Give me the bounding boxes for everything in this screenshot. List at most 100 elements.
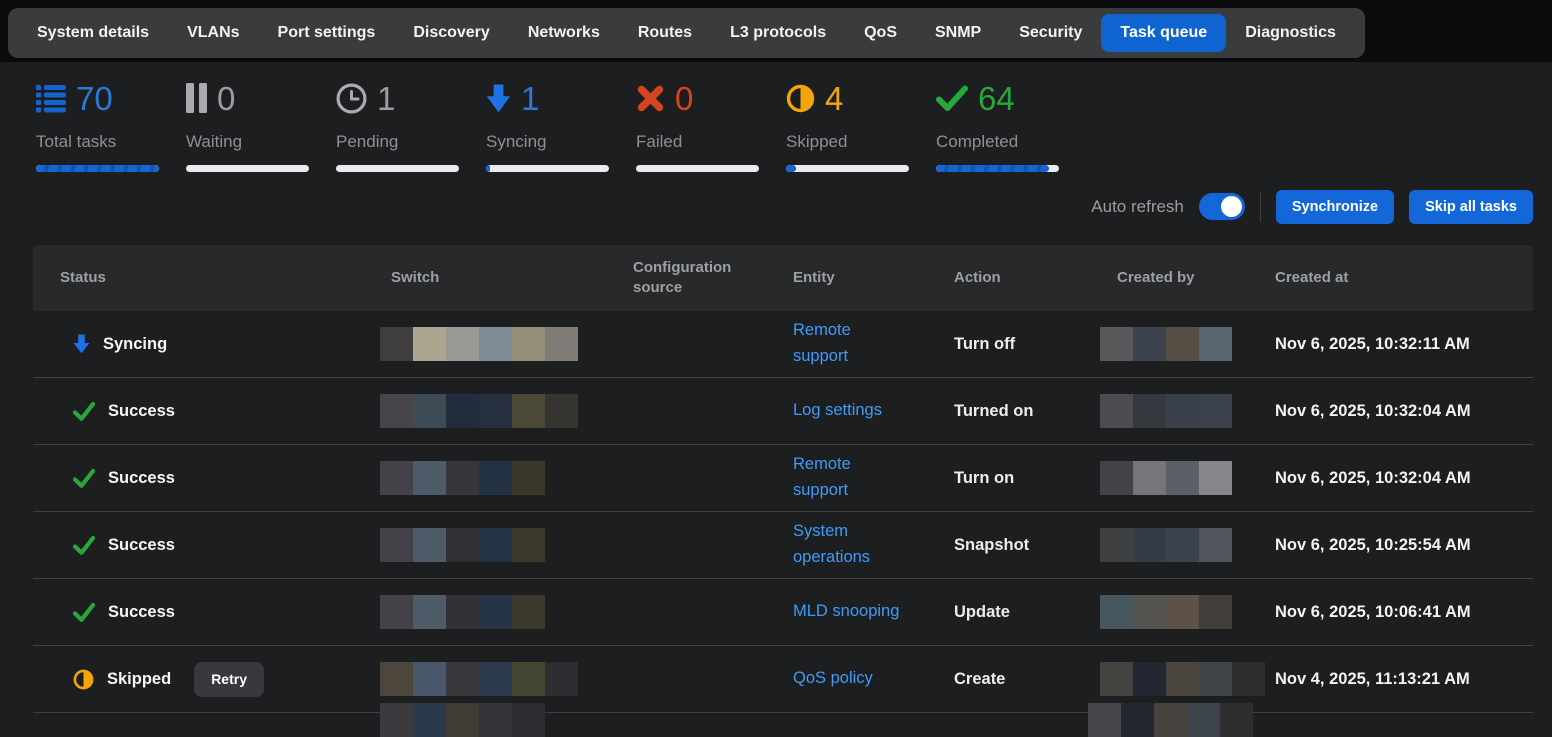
stat-pending: 1 Pending (336, 76, 486, 172)
stat-label: Waiting (186, 132, 336, 152)
redacted-pixel (479, 327, 512, 361)
created-at-cell: Nov 6, 2025, 10:32:11 AM (1275, 335, 1533, 354)
redacted-pixel (512, 327, 545, 361)
stat-failed: 0 Failed (636, 76, 786, 172)
stat-progress-bar (786, 165, 909, 172)
redacted-pixel (1133, 394, 1166, 428)
redacted-pixel (479, 394, 512, 428)
nav-tab-diagnostics[interactable]: Diagnostics (1226, 14, 1355, 52)
redacted-pixel (380, 327, 413, 361)
redacted-pixel (446, 327, 479, 361)
redacted-pixel (479, 461, 512, 495)
success-icon (73, 402, 95, 421)
status-label: Success (108, 536, 175, 555)
switch-redacted (380, 327, 633, 361)
entity-link[interactable]: Remote support (793, 318, 907, 369)
created-by-redacted (1100, 662, 1275, 696)
nav-tab-label: L3 protocols (730, 24, 826, 41)
stat-label: Syncing (486, 132, 636, 152)
redacted-pixel (380, 394, 413, 428)
table-header: StatusSwitchConfiguration sourceEntityAc… (33, 245, 1533, 311)
nav-tab-l3-protocols[interactable]: L3 protocols (711, 14, 845, 52)
top-band: System detailsVLANs Port settings Discover… (0, 0, 1552, 62)
pause-icon (186, 83, 207, 113)
redacted-pixel (1199, 528, 1232, 562)
entity-link[interactable]: Remote support (793, 452, 907, 503)
auto-refresh-toggle[interactable] (1199, 193, 1245, 220)
nav-tab-security[interactable]: Security (1000, 14, 1101, 52)
created-by-redacted (1100, 394, 1275, 428)
redacted-pixel (380, 595, 413, 629)
entity-link[interactable]: System operations (793, 519, 907, 570)
entity-link[interactable]: QoS policy (793, 666, 873, 692)
table-row: Success Log settings Turned on Nov 6, 20… (33, 378, 1533, 445)
success-icon (73, 603, 95, 622)
nav-tab-task-queue[interactable]: Task queue (1101, 14, 1226, 52)
redacted-pixel (1166, 528, 1199, 562)
stat-syncing: 1 Syncing (486, 76, 636, 172)
created-at-cell: Nov 6, 2025, 10:32:04 AM (1275, 402, 1533, 421)
switch-redacted (380, 595, 633, 629)
retry-button[interactable]: Retry (194, 662, 264, 697)
table-body: Syncing Remote support Turn off Nov 6, 2… (33, 311, 1533, 724)
redacted-pixel (446, 662, 479, 696)
redacted-pixel (1166, 327, 1199, 361)
nav-tab-label: Discovery (413, 24, 490, 41)
column-header-entity: Entity (793, 268, 954, 288)
skip-all-tasks-button[interactable]: Skip all tasks (1409, 190, 1533, 224)
nav-tab-system-details[interactable]: System details (18, 14, 168, 52)
redacted-pixel (1100, 394, 1133, 428)
stat-progress-bar (36, 165, 159, 172)
redacted-pixel (1121, 703, 1154, 737)
redacted-pixel (1199, 394, 1232, 428)
nav-tab-port-settings[interactable]: Port settings (259, 14, 395, 52)
nav-tab-snmp[interactable]: SNMP (916, 14, 1000, 52)
redacted-pixel (479, 703, 512, 737)
entity-link[interactable]: MLD snooping (793, 599, 899, 625)
switch-redacted (380, 662, 633, 696)
nav-tab-routes[interactable]: Routes (619, 14, 711, 52)
clock-icon (336, 83, 367, 114)
check-icon (936, 85, 968, 112)
redacted-pixel (512, 703, 545, 737)
stat-progress-bar (486, 165, 609, 172)
created-by-redacted (1100, 461, 1275, 495)
redacted-pixel (1100, 528, 1133, 562)
list-icon (36, 84, 66, 113)
entity-link[interactable]: Log settings (793, 398, 882, 424)
column-header-status: Status (33, 268, 391, 288)
status-cell: Success (33, 469, 391, 488)
stat-value: 4 (825, 82, 843, 115)
stat-label: Failed (636, 132, 786, 152)
created-by-redacted (1100, 327, 1275, 361)
stat-label: Skipped (786, 132, 936, 152)
nav-tab-discovery[interactable]: Discovery (394, 14, 509, 52)
redacted-pixel (512, 595, 545, 629)
table-row-partial (33, 713, 1533, 724)
stat-completed: 64 Completed (936, 76, 1086, 172)
redacted-pixel (1166, 394, 1199, 428)
toggle-knob-icon (1221, 196, 1242, 217)
redacted-pixel (413, 703, 446, 737)
status-cell: Syncing (33, 334, 391, 354)
nav-tab-label: Routes (638, 24, 692, 41)
stat-value: 1 (521, 82, 539, 115)
redacted-pixel (413, 327, 446, 361)
stat-label: Completed (936, 132, 1086, 152)
nav-tab-vlans[interactable]: VLANs (168, 14, 258, 52)
action-cell: Turn off (954, 335, 1117, 354)
nav-tab-label: Port settings (278, 24, 376, 41)
nav-tab-qos[interactable]: QoS (845, 14, 916, 52)
table-row: Success Remote support Turn on Nov 6, 20… (33, 445, 1533, 512)
created-at-cell: Nov 6, 2025, 10:06:41 AM (1275, 603, 1533, 622)
nav-tab-label: Security (1019, 24, 1082, 41)
synchronize-button[interactable]: Synchronize (1276, 190, 1394, 224)
x-icon (636, 84, 665, 113)
redacted-pixel (413, 394, 446, 428)
nav-tab-networks[interactable]: Networks (509, 14, 619, 52)
redacted-pixel (380, 662, 413, 696)
redacted-pixel (1100, 327, 1133, 361)
stat-value: 0 (675, 82, 693, 115)
action-cell: Turn on (954, 469, 1117, 488)
created-by-redacted (1088, 703, 1275, 737)
